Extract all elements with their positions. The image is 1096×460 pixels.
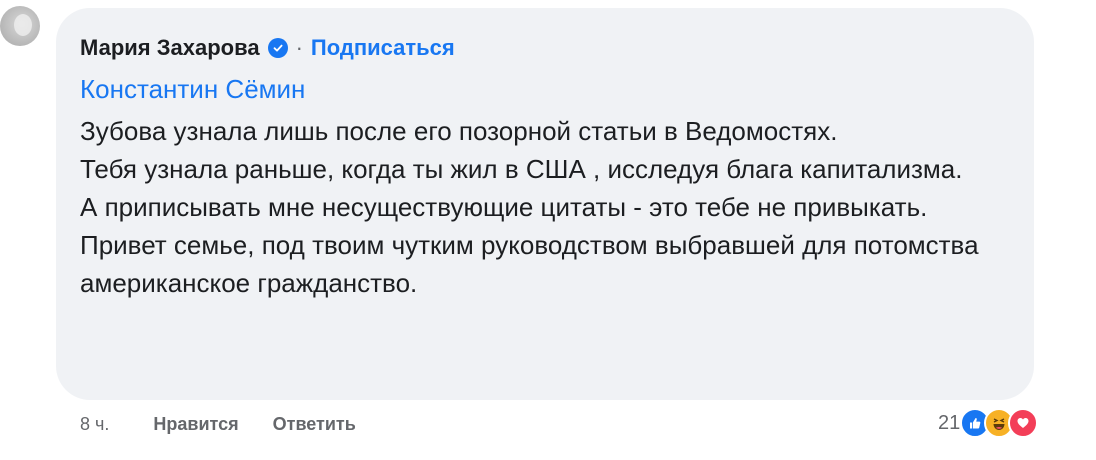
reaction-count: 21 xyxy=(938,411,961,434)
comment-text: Зубова узнала лишь после его позорной ст… xyxy=(80,112,1020,302)
like-button[interactable]: Нравится xyxy=(153,414,238,435)
reactions-summary[interactable]: 21 xyxy=(938,408,1039,438)
comment-paragraph: А приписывать мне несуществующие цитаты … xyxy=(80,192,979,298)
comment-footer: 8 ч. Нравится Ответить xyxy=(80,414,390,435)
author-name[interactable]: Мария Захарова xyxy=(80,35,260,61)
mentioned-user-link[interactable]: Константин Сёмин xyxy=(80,74,305,104)
reply-button[interactable]: Ответить xyxy=(273,414,356,435)
love-icon xyxy=(1008,408,1039,438)
header-separator: · xyxy=(295,35,303,60)
comment-timestamp[interactable]: 8 ч. xyxy=(80,414,109,435)
author-avatar[interactable] xyxy=(0,6,40,46)
verified-badge-icon xyxy=(267,38,288,58)
subscribe-button[interactable]: Подписаться xyxy=(311,35,455,61)
comment-paragraph: Зубова узнала лишь после его позорной ст… xyxy=(80,116,838,146)
comment-header: Мария Захарова · Подписаться xyxy=(80,34,455,62)
comment-paragraph: Тебя узнала раньше, когда ты жил в США ,… xyxy=(80,154,963,184)
